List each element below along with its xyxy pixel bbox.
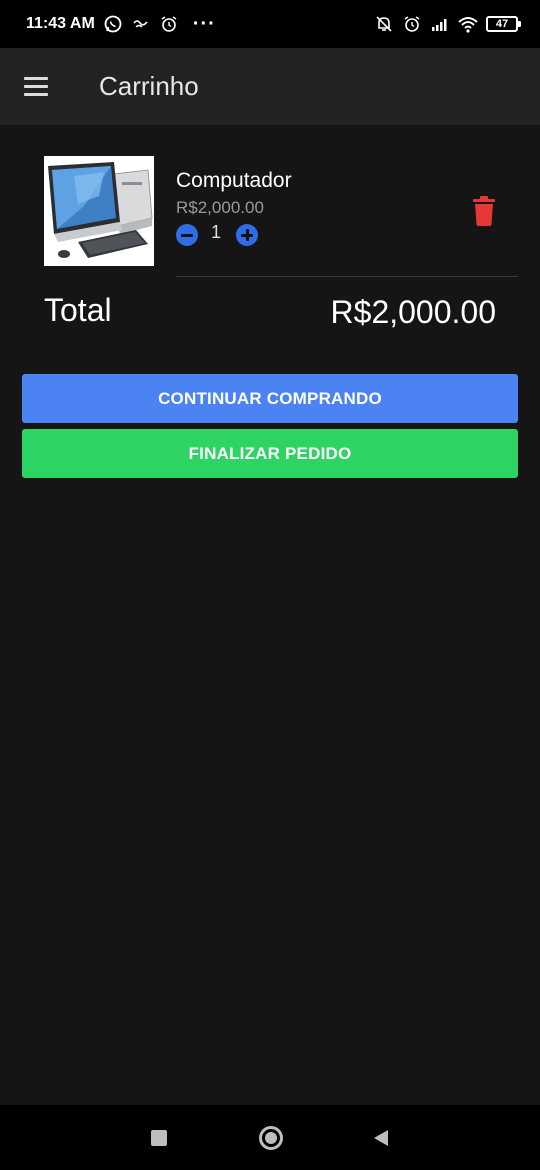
status-left: 11:43 AM ··· xyxy=(26,13,216,36)
decrease-quantity-button[interactable] xyxy=(176,224,198,246)
whatsapp-icon xyxy=(104,15,122,33)
app-bar: Carrinho xyxy=(0,48,540,125)
alarm-icon xyxy=(161,16,177,32)
total-label: Total xyxy=(44,292,112,328)
battery-level: 47 xyxy=(495,18,509,30)
wifi-icon xyxy=(458,17,478,33)
finish-order-button[interactable]: FINALIZAR PEDIDO xyxy=(22,429,518,478)
delete-icon[interactable] xyxy=(472,196,496,226)
quantity-value: 1 xyxy=(210,222,221,242)
status-bar: 11:43 AM ··· 47 xyxy=(0,0,540,48)
page-title: Carrinho xyxy=(99,71,199,101)
alarm-icon xyxy=(404,16,420,32)
product-name: Computador xyxy=(176,169,292,192)
screen: 11:43 AM ··· 47 Carrinho Computador R$2,… xyxy=(0,0,540,1170)
navigation-bar xyxy=(0,1105,540,1170)
battery-icon: 47 xyxy=(486,16,521,32)
back-icon[interactable] xyxy=(372,1129,390,1147)
status-time: 11:43 AM xyxy=(26,15,95,32)
notification-icon xyxy=(133,20,148,28)
increase-quantity-button[interactable] xyxy=(236,224,258,246)
signal-icon xyxy=(432,19,447,31)
menu-icon[interactable] xyxy=(24,67,64,107)
product-image xyxy=(44,156,154,266)
recent-apps-icon[interactable] xyxy=(151,1130,167,1146)
total-value: R$2,000.00 xyxy=(330,294,496,330)
silent-icon xyxy=(376,16,392,32)
desktop-computer-image xyxy=(44,156,154,266)
continue-shopping-button[interactable]: CONTINUAR COMPRANDO xyxy=(22,374,518,423)
product-price: R$2,000.00 xyxy=(176,198,264,217)
item-divider xyxy=(176,276,518,277)
home-icon[interactable] xyxy=(259,1126,283,1150)
minus-icon xyxy=(181,233,193,237)
cart-item: Computador R$2,000.00 1 xyxy=(44,156,518,277)
status-right: 47 xyxy=(374,14,521,34)
status-more-dots: ··· xyxy=(192,12,216,35)
